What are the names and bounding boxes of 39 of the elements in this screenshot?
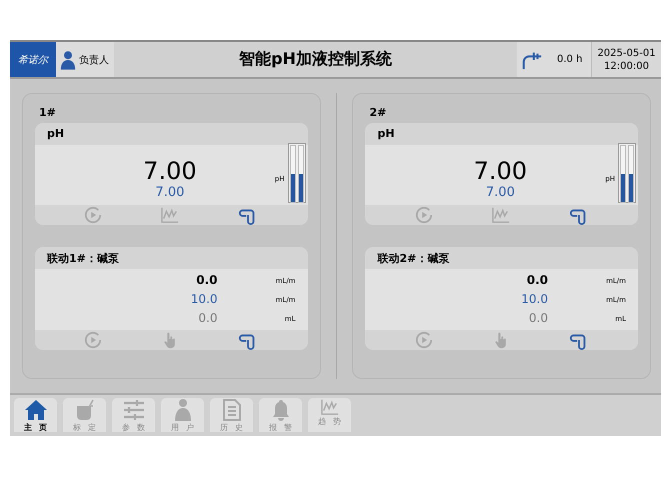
sliders-icon xyxy=(122,398,146,422)
trend-chart-icon[interactable] xyxy=(490,206,511,224)
pump-value: 0.0 xyxy=(195,272,218,289)
nav-tab[interactable]: 报警 xyxy=(259,398,302,432)
reading-value: 7.00 xyxy=(474,158,528,185)
setpoint-value: 7.00 xyxy=(486,185,515,201)
pump-value: 0.0 xyxy=(526,272,548,289)
house-icon xyxy=(24,398,48,422)
card-title: pH xyxy=(376,126,396,142)
date-text: 2025-05-01 xyxy=(597,46,656,60)
logo: 希诺尔 xyxy=(10,42,56,77)
nav-tab[interactable]: 历史 xyxy=(210,398,253,432)
channel-name: 2# xyxy=(368,105,388,121)
card-title: 联动1#：碱泵 xyxy=(46,251,120,267)
runtime-value: 0.0 h xyxy=(557,54,582,65)
window-title: 智能pH加液控制系统 xyxy=(238,48,393,70)
setpoint-value: 7.00 xyxy=(155,185,184,201)
reading-value: 7.00 xyxy=(143,158,197,185)
card-title: pH xyxy=(46,126,66,142)
trend-chart-icon[interactable] xyxy=(160,206,180,224)
person-icon xyxy=(60,50,76,70)
pump-value: 10.0 xyxy=(520,291,548,308)
channel-name: 1# xyxy=(38,105,57,121)
trend-chart-icon xyxy=(320,398,340,416)
pump-value: 0.0 xyxy=(197,310,218,327)
user-name: 负责人 xyxy=(79,54,109,66)
nav-tab[interactable]: 主页 xyxy=(14,398,57,432)
nav-tab[interactable]: 标定 xyxy=(63,398,106,432)
nav-tab[interactable]: 参数 xyxy=(112,398,155,432)
time-text: 12:00:00 xyxy=(604,60,649,72)
pump-value: 10.0 xyxy=(190,291,218,308)
card-title: 联动2#：碱泵 xyxy=(376,251,450,267)
nav-tab[interactable]: 用户 xyxy=(161,398,204,432)
pump-value: 0.0 xyxy=(528,310,548,327)
nav-tab[interactable]: 趋势 xyxy=(308,398,351,432)
play-icon[interactable] xyxy=(414,331,433,349)
play-icon[interactable] xyxy=(414,206,433,224)
play-icon[interactable] xyxy=(84,331,102,349)
play-icon[interactable] xyxy=(84,206,102,224)
